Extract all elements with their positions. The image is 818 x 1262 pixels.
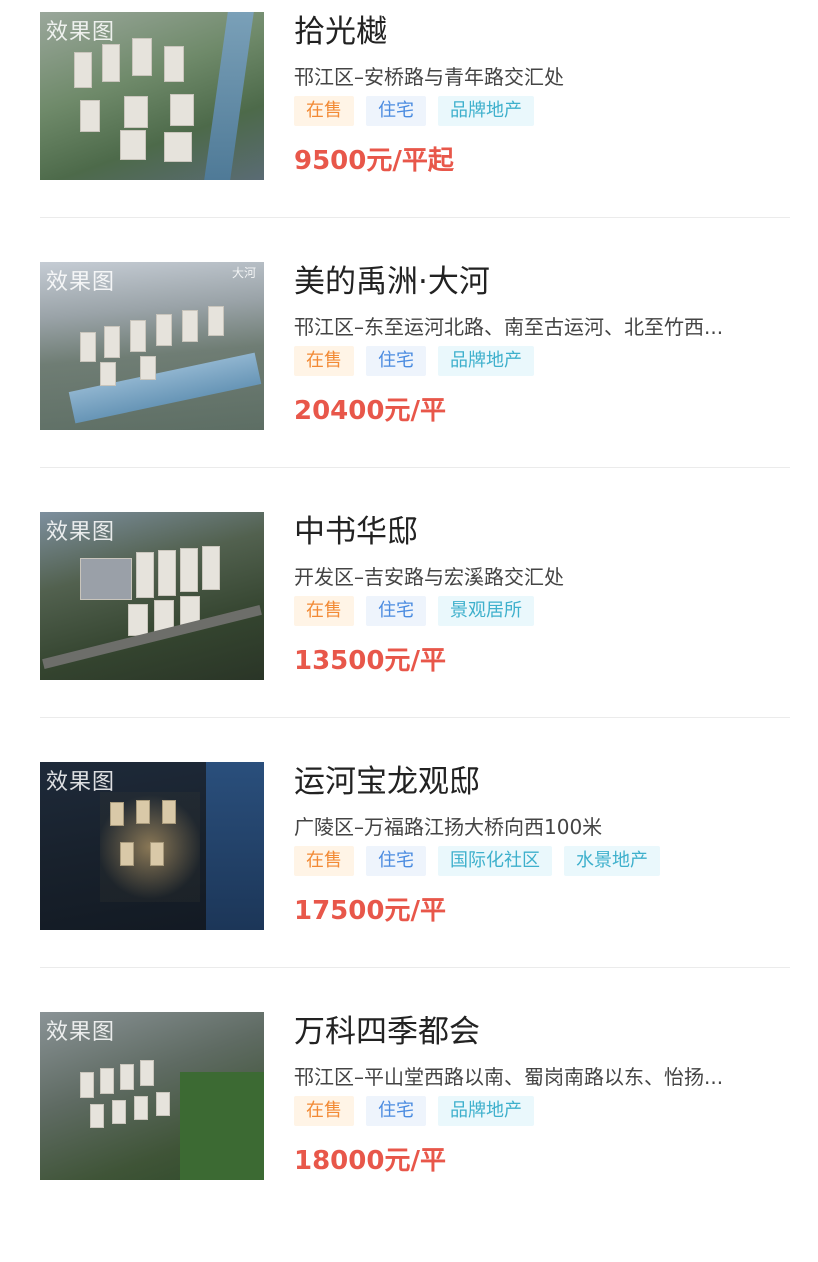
image-label: 效果图: [46, 20, 116, 45]
listing-item[interactable]: 效果图 大河 美的禹洲·大河 邗江区–东至运河北路、南至古运河、北至竹西... …: [40, 262, 790, 512]
status-badge: 在售: [294, 846, 354, 876]
status-badge: 在售: [294, 346, 354, 376]
listing-price: 17500元/平: [294, 896, 446, 926]
listing-image[interactable]: 效果图: [40, 512, 264, 680]
property-type-badge: 住宅: [366, 846, 426, 876]
listing-price: 18000元/平: [294, 1146, 446, 1176]
listing-price: 9500元/平起: [294, 146, 454, 176]
listing-tags: 在售 住宅 品牌地产: [294, 1096, 534, 1126]
listing-price: 13500元/平: [294, 646, 446, 676]
status-badge: 在售: [294, 596, 354, 626]
listing-address: 邗江区–平山堂西路以南、蜀岗南路以东、怡扬...: [294, 1065, 724, 1089]
listing-tags: 在售 住宅 品牌地产: [294, 96, 534, 126]
listing-item[interactable]: 效果图 拾光樾 邗江区–安桥路与青年路交汇处 在售 住宅 品牌地产 9500元/…: [40, 12, 790, 262]
image-label: 效果图: [46, 770, 116, 795]
feature-badge: 水景地产: [564, 846, 660, 876]
listing-image[interactable]: 效果图: [40, 762, 264, 930]
feature-badge: 景观居所: [438, 596, 534, 626]
listing-item[interactable]: 效果图 中书华邸 开发区–吉安路与宏溪路交汇处 在售 住宅 景观居所 13500…: [40, 512, 790, 762]
listing-title[interactable]: 拾光樾: [294, 6, 387, 51]
listing-title[interactable]: 中书华邸: [294, 506, 418, 551]
listing-image[interactable]: 效果图: [40, 12, 264, 180]
feature-badge: 品牌地产: [438, 96, 534, 126]
feature-badge: 品牌地产: [438, 346, 534, 376]
listing-address: 广陵区–万福路江扬大桥向西100米: [294, 815, 603, 839]
listing-address: 开发区–吉安路与宏溪路交汇处: [294, 565, 564, 589]
divider: [40, 217, 790, 218]
property-type-badge: 住宅: [366, 1096, 426, 1126]
status-badge: 在售: [294, 96, 354, 126]
listing-tags: 在售 住宅 景观居所: [294, 596, 534, 626]
listing-title[interactable]: 美的禹洲·大河: [294, 256, 490, 301]
listing-tags: 在售 住宅 品牌地产: [294, 346, 534, 376]
divider: [40, 467, 790, 468]
listing-item[interactable]: 效果图 运河宝龙观邸 广陵区–万福路江扬大桥向西100米 在售 住宅 国际化社区…: [40, 762, 790, 1012]
divider: [40, 717, 790, 718]
divider: [40, 967, 790, 968]
feature-badge: 国际化社区: [438, 846, 552, 876]
image-label: 效果图: [46, 520, 116, 545]
property-type-badge: 住宅: [366, 96, 426, 126]
listing-title[interactable]: 运河宝龙观邸: [294, 756, 480, 801]
listing-address: 邗江区–安桥路与青年路交汇处: [294, 65, 564, 89]
property-type-badge: 住宅: [366, 346, 426, 376]
listing-item[interactable]: 效果图 万科四季都会 邗江区–平山堂西路以南、蜀岗南路以东、怡扬... 在售 住…: [40, 1012, 790, 1262]
listing-title[interactable]: 万科四季都会: [294, 1006, 480, 1051]
image-label: 效果图: [46, 270, 116, 295]
image-logo: 大河: [231, 266, 256, 280]
listing-image[interactable]: 效果图 大河: [40, 262, 264, 430]
listing-address: 邗江区–东至运河北路、南至古运河、北至竹西...: [294, 315, 724, 339]
listing-price: 20400元/平: [294, 396, 446, 426]
listing-image[interactable]: 效果图: [40, 1012, 264, 1180]
listing-tags: 在售 住宅 国际化社区 水景地产: [294, 846, 660, 876]
image-label: 效果图: [46, 1020, 116, 1045]
status-badge: 在售: [294, 1096, 354, 1126]
property-type-badge: 住宅: [366, 596, 426, 626]
feature-badge: 品牌地产: [438, 1096, 534, 1126]
